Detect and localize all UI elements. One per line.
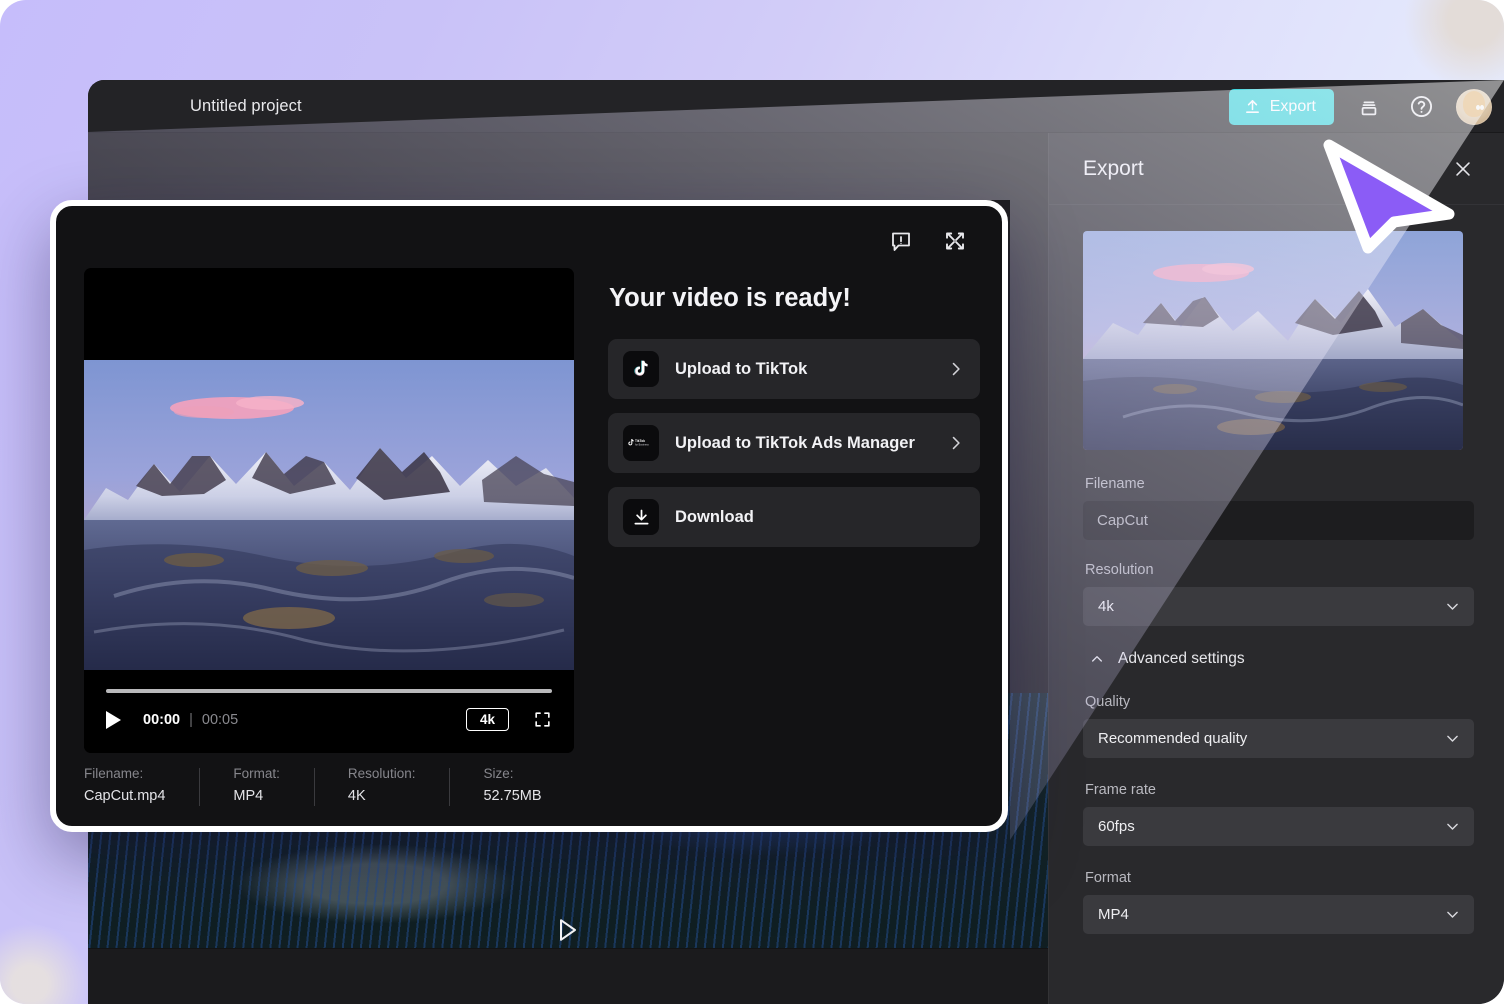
export-panel-body: Filename CapCut Resolution 4k Advanced s…: [1049, 205, 1504, 934]
modal-title: Your video is ready!: [609, 284, 851, 312]
framerate-label: Frame rate: [1085, 782, 1156, 798]
fullscreen-icon[interactable]: [533, 710, 552, 729]
toolbar-actions: Export: [1228, 80, 1492, 133]
upload-to-tiktok-ads-manager-button[interactable]: TikTok for Business Upload to TikTok Ads…: [608, 413, 980, 473]
export-panel: Export Filename CapCut Resolution 4k Adv…: [1048, 133, 1504, 1004]
framerate-value: 60fps: [1098, 818, 1135, 835]
export-panel-title: Export: [1083, 156, 1144, 180]
resolution-label: Resolution: [1085, 562, 1154, 578]
format-value: MP4: [1098, 906, 1129, 923]
meta-filename-key: Filename:: [84, 766, 144, 781]
resolution-value: 4k: [1098, 598, 1114, 615]
upload-to-tiktok-label: Upload to TikTok: [675, 359, 808, 378]
minimize-icon[interactable]: [940, 226, 970, 256]
current-time: 00:00: [143, 711, 181, 728]
export-panel-header: Export: [1049, 133, 1504, 205]
quality-select[interactable]: Recommended quality: [1083, 719, 1474, 758]
chevron-right-icon: [946, 433, 966, 453]
meta-size: Size: 52.75MB: [449, 766, 575, 806]
advanced-settings-label: Advanced settings: [1118, 650, 1245, 667]
meta-format: Format: MP4: [199, 766, 314, 806]
chevron-down-icon: [1444, 818, 1461, 835]
meta-filename-value: CapCut.mp4: [84, 788, 166, 804]
meta-size-key: Size:: [483, 766, 514, 781]
advanced-settings-toggle[interactable]: Advanced settings: [1089, 650, 1474, 668]
chevron-down-icon: [1444, 906, 1461, 923]
meta-resolution-key: Resolution:: [347, 766, 416, 781]
tiktok-ads-icon: TikTok for Business: [623, 425, 659, 461]
download-icon: [623, 499, 659, 535]
quality-label: Quality: [1085, 694, 1131, 710]
editor-timeline[interactable]: [88, 948, 1048, 1004]
meta-filename: Filename: CapCut.mp4: [84, 766, 199, 804]
video-player: 00:00 | 00:05 4k: [84, 268, 574, 753]
export-ready-modal: 00:00 | 00:05 4k Your video is ready! Up…: [50, 200, 1008, 832]
player-controls: 00:00 | 00:05 4k: [84, 670, 574, 753]
download-button[interactable]: Download: [608, 487, 980, 547]
duration: 00:05: [201, 711, 239, 728]
resolution-select[interactable]: 4k: [1083, 587, 1474, 626]
meta-format-value: MP4: [233, 788, 264, 804]
svg-text:TikTok: TikTok: [635, 439, 645, 443]
modal-content: 00:00 | 00:05 4k Your video is ready! Up…: [56, 206, 1002, 753]
filename-input[interactable]: CapCut: [1083, 501, 1474, 540]
quality-value: Recommended quality: [1098, 730, 1248, 747]
format-label: Format: [1085, 870, 1131, 886]
filename-label: Filename: [1085, 476, 1145, 492]
play-icon[interactable]: [106, 710, 121, 729]
meta-format-key: Format:: [233, 766, 280, 781]
export-button-label: Export: [1269, 97, 1316, 115]
quality-badge[interactable]: 4k: [465, 708, 509, 731]
framerate-select[interactable]: 60fps: [1083, 807, 1474, 846]
export-preview-thumbnail: [1083, 231, 1463, 450]
user-avatar[interactable]: [1456, 88, 1492, 125]
chevron-down-icon: [1444, 730, 1461, 747]
meta-resolution: Resolution: 4K: [314, 766, 450, 806]
chevron-right-icon: [946, 359, 966, 379]
chevron-up-icon: [1089, 651, 1105, 667]
chevron-down-icon: [1444, 598, 1461, 615]
play-outline-icon[interactable]: [557, 917, 579, 948]
player-control-row: 00:00 | 00:05 4k: [106, 708, 552, 731]
file-metadata: Filename: CapCut.mp4 Format: MP4 Resolut…: [84, 766, 610, 806]
modal-actions-column: Your video is ready! Upload to TikTok Ti…: [608, 268, 980, 753]
video-player-frame: [84, 360, 574, 670]
upload-to-tiktok-button[interactable]: Upload to TikTok: [608, 339, 980, 399]
page-canvas: Untitled project Export Export Filename …: [0, 0, 1504, 1004]
feedback-icon[interactable]: [886, 226, 916, 256]
close-icon[interactable]: [1452, 158, 1474, 180]
format-select[interactable]: MP4: [1083, 895, 1474, 934]
modal-header-icons: [886, 226, 970, 256]
download-label: Download: [675, 507, 754, 526]
meta-resolution-value: 4K: [347, 788, 366, 804]
top-toolbar: Untitled project Export: [88, 80, 1504, 133]
project-title[interactable]: Untitled project: [190, 97, 302, 116]
meta-size-value: 52.75MB: [483, 788, 542, 804]
editor-playback-controls: [88, 917, 1048, 948]
help-circle-icon[interactable]: [1404, 90, 1438, 124]
export-button[interactable]: Export: [1228, 88, 1334, 125]
upload-icon: [1244, 98, 1261, 115]
upload-to-tiktok-ads-manager-label: Upload to TikTok Ads Manager: [675, 433, 915, 452]
progress-scrubber[interactable]: [106, 689, 552, 693]
layers-icon[interactable]: [1352, 90, 1386, 124]
svg-text:for Business: for Business: [635, 444, 650, 447]
tiktok-icon: [623, 351, 659, 387]
time-separator: |: [189, 711, 193, 728]
